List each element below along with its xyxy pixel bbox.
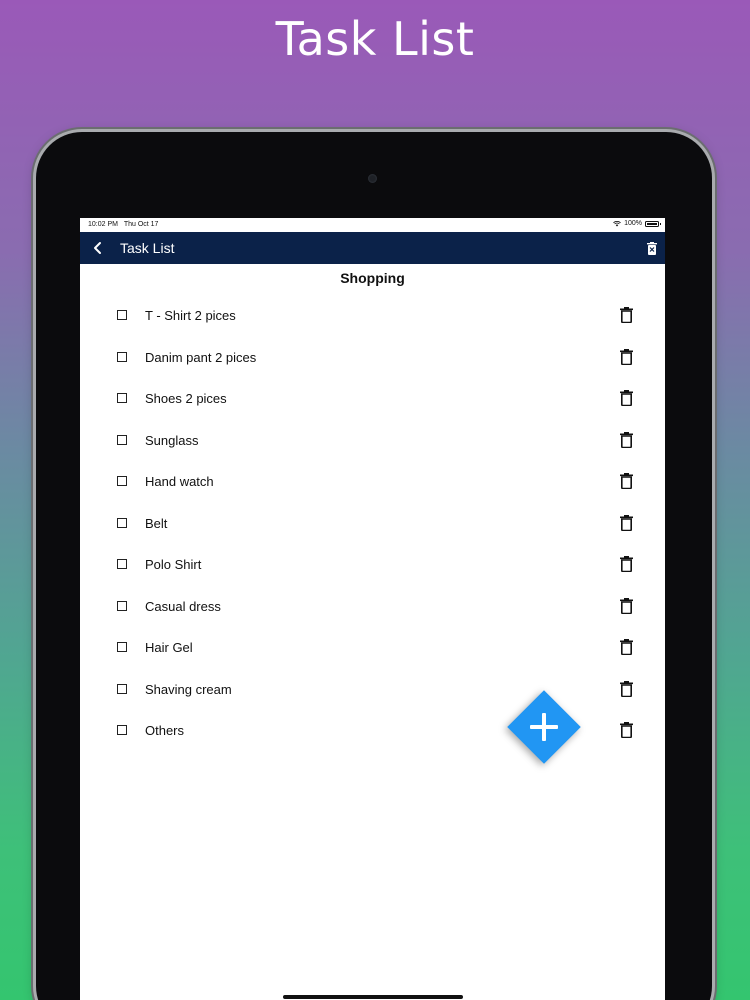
task-checkbox[interactable] [117,642,127,652]
front-camera [368,174,377,183]
task-row: Belt [80,503,665,545]
trash-icon [619,473,633,489]
status-indicators: 100% [613,220,661,227]
task-checkbox[interactable] [117,725,127,735]
trash-icon [619,680,633,697]
trash-icon [619,390,633,406]
trash-icon [619,722,633,738]
task-label: Polo Shirt [145,557,202,572]
task-label: Shoes 2 pices [145,391,227,406]
task-row: Shoes 2 pices [80,378,665,420]
trash-icon [619,431,633,448]
task-label: Danim pant 2 pices [145,349,257,365]
task-row: Danim pant 2 pices [80,337,665,379]
task-label: Casual dress [145,598,221,614]
task-label: T - Shirt 2 pices [145,308,236,323]
home-indicator [283,995,463,999]
battery-percent: 100% [624,220,642,227]
task-label: Others [145,723,185,738]
battery-fill [647,222,657,225]
delete-all-button[interactable] [643,239,661,257]
status-time: 10:02 PM Thu Oct 17 [88,221,158,228]
task-row: Polo Shirt [80,544,665,586]
task-checkbox[interactable] [117,434,127,445]
trash-icon [619,307,633,323]
task-checkbox[interactable] [117,476,127,486]
status-bar: 10:02 PM Thu Oct 17 100% [80,218,665,232]
task-label: Sunglass [145,432,199,448]
delete-task-button[interactable] [618,431,634,449]
task-label: Hand watch [145,474,214,489]
wifi-icon [613,220,621,226]
delete-task-button[interactable] [618,638,634,656]
trash-icon [619,639,633,655]
status-date: Thu Oct 17 [123,221,159,228]
task-checkbox[interactable] [117,351,127,362]
delete-task-button[interactable] [618,389,634,407]
task-label: Shaving cream [145,681,232,697]
task-checkbox[interactable] [117,517,127,528]
app-screen: 10:02 PM Thu Oct 17 100% Task List Shopp… [80,218,665,1000]
nav-bar: Task List [80,232,665,264]
delete-task-button[interactable] [618,597,634,615]
task-checkbox[interactable] [117,600,127,611]
trash-icon [619,348,633,365]
task-checkbox[interactable] [117,683,127,694]
task-checkbox[interactable] [117,393,127,403]
task-row: Hair Gel [80,627,665,669]
task-label: Belt [145,515,168,531]
task-label: Hair Gel [145,640,193,655]
nav-title: Task List [120,240,175,256]
task-row: Sunglass [80,420,665,462]
status-clock: 10:02 PM [88,221,118,228]
trash-icon [619,556,633,572]
delete-task-button[interactable] [618,721,634,739]
delete-task-button[interactable] [618,514,634,532]
task-list: T - Shirt 2 pices Danim pant 2 pices Sho… [80,295,665,752]
battery-icon [645,220,661,227]
task-row: Casual dress [80,586,665,628]
delete-task-button[interactable] [618,472,634,490]
delete-task-button[interactable] [618,555,634,573]
trash-icon [619,514,633,531]
task-checkbox[interactable] [117,310,127,320]
task-row: Shaving cream [80,669,665,711]
task-row: T - Shirt 2 pices [80,295,665,337]
trash-x-icon [647,241,657,255]
delete-task-button[interactable] [618,680,634,698]
task-row: Hand watch [80,461,665,503]
list-title: Shopping [340,270,405,286]
task-checkbox[interactable] [117,559,127,569]
promo-title: Task List [275,12,475,66]
delete-task-button[interactable] [618,348,634,366]
task-row: Others [80,710,665,752]
delete-task-button[interactable] [618,306,634,324]
trash-icon [619,597,633,614]
chevron-left-icon[interactable] [86,236,110,260]
